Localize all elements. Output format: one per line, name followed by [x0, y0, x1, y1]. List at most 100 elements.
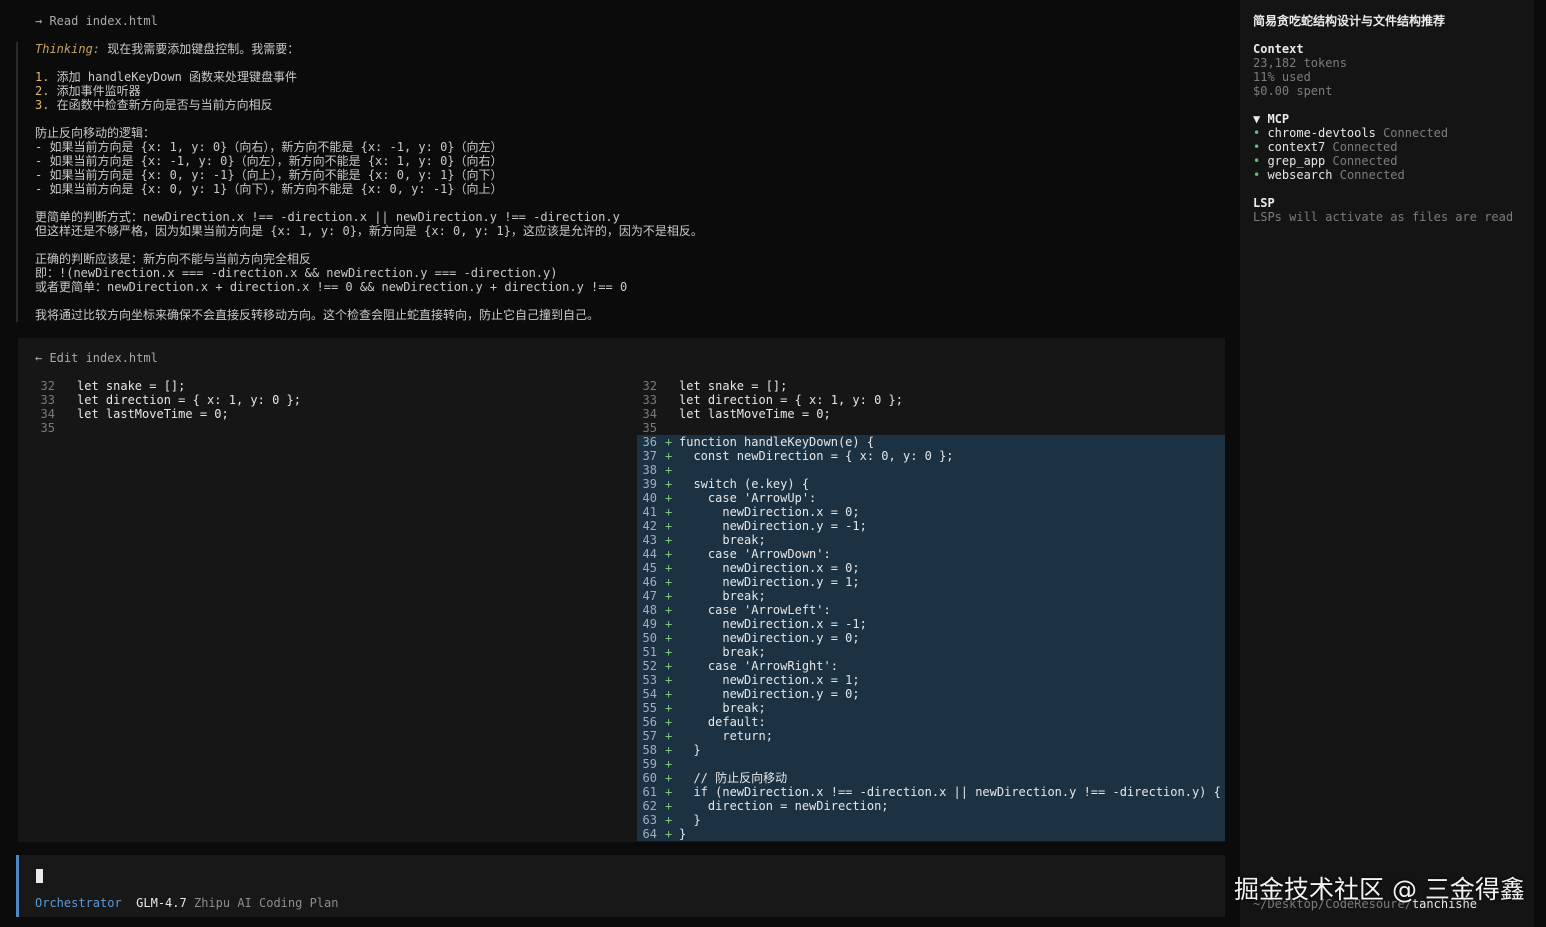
- prompt-input[interactable]: Orchestrator GLM-4.7 Zhipu AI Coding Pla…: [16, 855, 1225, 917]
- diff-added-line: 62 + direction = newDirection;: [637, 799, 1225, 813]
- read-tool-call[interactable]: → Read index.html: [35, 14, 158, 28]
- diff-marker: +: [665, 799, 673, 813]
- line-number: 48: [642, 603, 657, 617]
- diff-marker: +: [665, 659, 673, 673]
- diff-added-line: 60 + // 防止反向移动: [637, 771, 1225, 785]
- logic-item: - 如果当前方向是 {x: 0, y: -1}（向上），新方向不能是 {x: 0…: [35, 168, 503, 182]
- line-number: 38: [642, 463, 657, 477]
- mcp-server-name: grep_app: [1267, 154, 1326, 168]
- status-line: Orchestrator GLM-4.7 Zhipu AI Coding Pla…: [35, 896, 338, 910]
- model-name[interactable]: GLM-4.7: [136, 896, 187, 910]
- code-line: 33 let direction = { x: 1, y: 0 };: [35, 393, 625, 407]
- diff-marker: +: [665, 561, 673, 575]
- diff-marker: +: [665, 827, 673, 841]
- edit-tool-call[interactable]: ← Edit index.html: [35, 351, 158, 365]
- status-dot-icon: •: [1253, 168, 1268, 182]
- diff-marker-gap: [63, 421, 77, 435]
- code-line: 35: [637, 421, 1225, 435]
- thinking-intro: Thinking: 现在我需要添加键盘控制。我需要：: [35, 42, 1226, 56]
- thinking-step: 1. 添加 handleKeyDown 函数来处理键盘事件: [35, 70, 1226, 84]
- code-text: let lastMoveTime = 0;: [679, 407, 831, 421]
- thinking-block: Thinking: 现在我需要添加键盘控制。我需要： 1. 添加 handleK…: [16, 42, 1226, 322]
- logic-item: - 如果当前方向是 {x: -1, y: 0}（向左），新方向不能是 {x: 1…: [35, 154, 503, 168]
- diff-added-line: 47 + break;: [637, 589, 1225, 603]
- line-number: 32: [40, 379, 55, 393]
- code-text: if (newDirection.x !== -direction.x || n…: [679, 785, 1221, 799]
- agent-mode[interactable]: Orchestrator: [35, 896, 122, 910]
- diff-marker: +: [665, 463, 673, 477]
- line-number: 62: [642, 799, 657, 813]
- diff-marker: +: [665, 519, 673, 533]
- mcp-server-item: • context7 Connected: [1253, 140, 1521, 154]
- line-number: 41: [642, 505, 657, 519]
- diff-added-line: 48 + case 'ArrowLeft':: [637, 603, 1225, 617]
- logic-item: - 如果当前方向是 {x: 1, y: 0}（向右），新方向不能是 {x: -1…: [35, 140, 503, 154]
- mcp-heading-toggle[interactable]: ▼ MCP: [1253, 112, 1521, 126]
- diff-marker: +: [665, 589, 673, 603]
- code-text: function handleKeyDown(e) {: [679, 435, 875, 449]
- diff-marker: [665, 421, 679, 435]
- code-text: let lastMoveTime = 0;: [77, 407, 229, 421]
- code-text: direction = newDirection;: [679, 799, 889, 813]
- code-text: newDirection.y = -1;: [679, 519, 867, 533]
- diff-marker: +: [665, 491, 673, 505]
- line-number: 34: [40, 407, 55, 421]
- diff-added-line: 51 + break;: [637, 645, 1225, 659]
- diff-marker: +: [665, 813, 673, 827]
- diff-added-line: 37 + const newDirection = { x: 0, y: 0 };: [637, 449, 1225, 463]
- code-line: 32 let snake = [];: [637, 379, 1225, 393]
- code-text: default:: [679, 715, 766, 729]
- code-line: 33 let direction = { x: 1, y: 0 };: [637, 393, 1225, 407]
- step-text: 在函数中检查新方向是否与当前方向相反: [49, 98, 273, 112]
- line-number: 61: [642, 785, 657, 799]
- diff-added-line: 64 +}: [637, 827, 1225, 841]
- line-number: 53: [642, 673, 657, 687]
- diff-marker: +: [665, 743, 673, 757]
- correct-check-alt: 或者更简单：newDirection.x + direction.x !== 0…: [35, 280, 628, 294]
- diff-added-line: 38 +: [637, 463, 1225, 477]
- code-line: 34 let lastMoveTime = 0;: [637, 407, 1225, 421]
- code-line: 34 let lastMoveTime = 0;: [35, 407, 625, 421]
- diff-added-line: 41 + newDirection.x = 0;: [637, 505, 1225, 519]
- code-text: newDirection.y = 0;: [679, 631, 860, 645]
- line-number: 33: [40, 393, 55, 407]
- diff-added-line: 39 + switch (e.key) {: [637, 477, 1225, 491]
- mcp-server-item: • grep_app Connected: [1253, 154, 1521, 168]
- lsp-status-text: LSPs will activate as files are read: [1253, 210, 1514, 224]
- step-text: 添加事件监听器: [49, 84, 141, 98]
- diff-added-line: 57 + return;: [637, 729, 1225, 743]
- code-text: case 'ArrowLeft':: [679, 603, 831, 617]
- line-number: 46: [642, 575, 657, 589]
- line-number: 52: [642, 659, 657, 673]
- diff-added-line: 49 + newDirection.x = -1;: [637, 617, 1225, 631]
- diff-marker: +: [665, 435, 673, 449]
- diff-marker: +: [665, 575, 673, 589]
- line-number: 34: [642, 407, 657, 421]
- mcp-server-item: • websearch Connected: [1253, 168, 1521, 182]
- context-section: Context 23,182 tokens 11% used $0.00 spe…: [1253, 42, 1521, 98]
- line-number: 33: [642, 393, 657, 407]
- code-text: // 防止反向移动: [679, 771, 788, 785]
- line-number: 55: [642, 701, 657, 715]
- correct-check-expr: 即：!(newDirection.x === -direction.x && n…: [35, 266, 558, 280]
- status-dot-icon: •: [1253, 154, 1268, 168]
- diff-marker: +: [665, 771, 673, 785]
- code-text: case 'ArrowDown':: [679, 547, 831, 561]
- line-number: 43: [642, 533, 657, 547]
- session-title: 简易贪吃蛇结构设计与文件结构推荐: [1253, 14, 1446, 28]
- diff-marker: [665, 379, 679, 393]
- code-text: newDirection.x = -1;: [679, 617, 867, 631]
- status-dot-icon: •: [1253, 126, 1268, 140]
- diff-added-line: 46 + newDirection.y = 1;: [637, 575, 1225, 589]
- diff-marker: +: [665, 505, 673, 519]
- status-dot-icon: •: [1253, 140, 1268, 154]
- diff-added-line: 59 +: [637, 757, 1225, 771]
- diff-marker: +: [665, 715, 673, 729]
- code-text: let direction = { x: 1, y: 0 };: [77, 393, 301, 407]
- diff-added-line: 36 + function handleKeyDown(e) {: [637, 435, 1225, 449]
- diff-added-line: 45 + newDirection.x = 0;: [637, 561, 1225, 575]
- code-text: newDirection.x = 0;: [679, 561, 860, 575]
- diff-added-line: 58 + }: [637, 743, 1225, 757]
- app-root: → Read index.html Thinking: 现在我需要添加键盘控制。…: [0, 0, 1546, 927]
- line-number: 35: [642, 421, 657, 435]
